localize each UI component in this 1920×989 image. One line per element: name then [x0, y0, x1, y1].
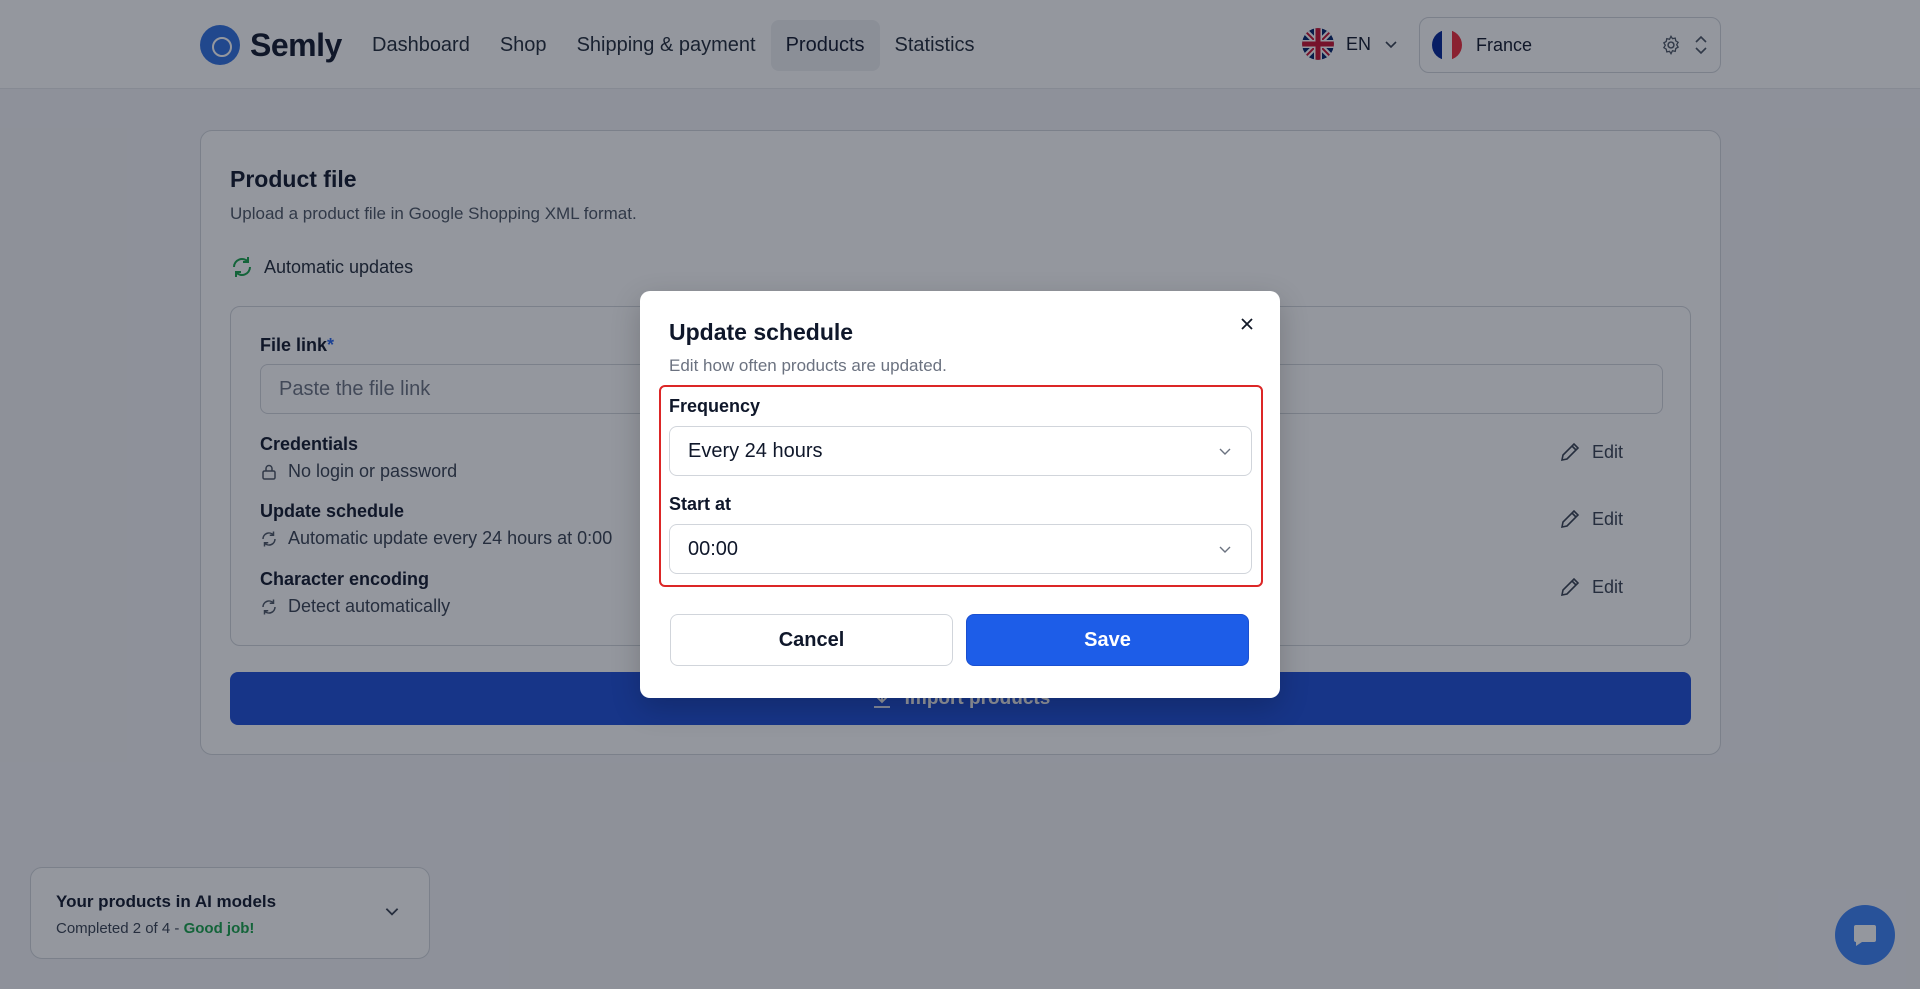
dialog-subtitle: Edit how often products are updated. — [669, 356, 947, 375]
start-at-label: Start at — [669, 494, 732, 514]
close-icon — [1241, 318, 1253, 330]
frequency-label: Frequency — [669, 396, 761, 416]
chevron-down-icon — [1219, 448, 1231, 455]
start-at-select[interactable]: 00:00 — [669, 524, 1252, 574]
chevron-down-icon — [1219, 546, 1231, 553]
update-schedule-dialog: Update schedule Edit how often products … — [640, 291, 1280, 698]
close-dialog-button[interactable] — [1234, 311, 1260, 337]
dialog-title: Update schedule — [669, 319, 854, 345]
save-button[interactable]: Save — [966, 614, 1249, 666]
cancel-button[interactable]: Cancel — [670, 614, 953, 666]
frequency-select[interactable]: Every 24 hours — [669, 426, 1252, 476]
